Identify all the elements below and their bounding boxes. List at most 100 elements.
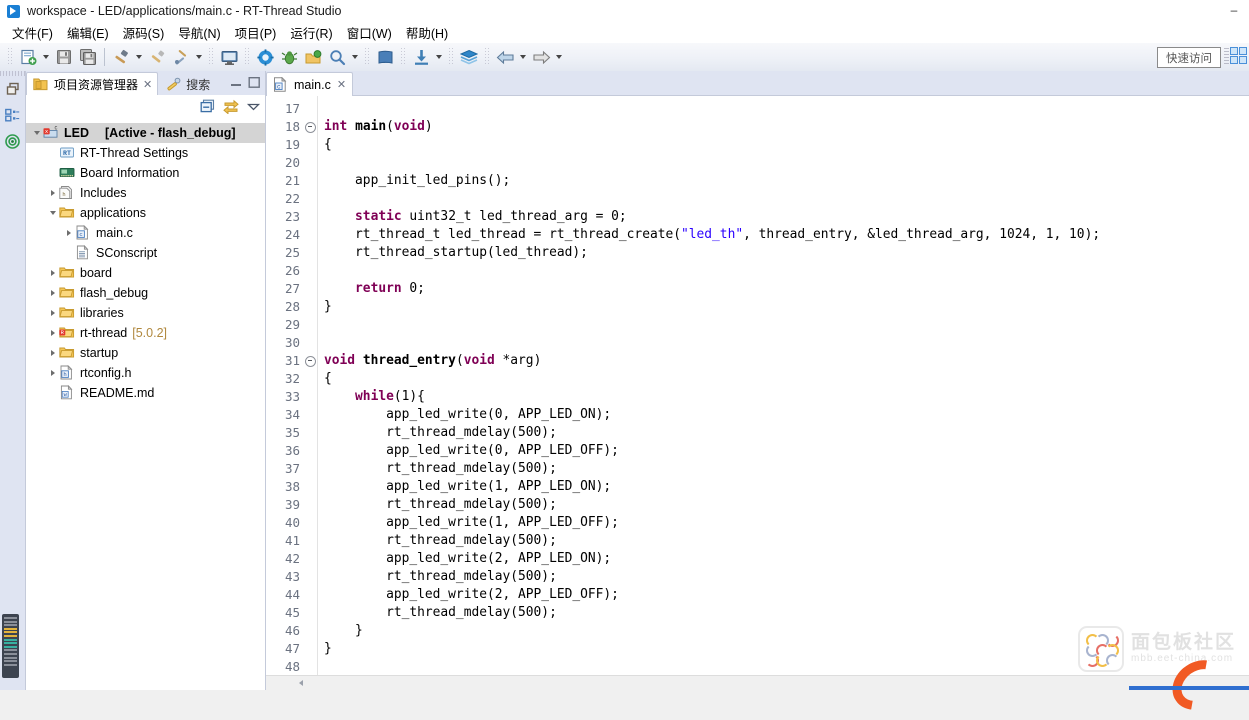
tree-item-label: RT-Thread Settings [80, 146, 189, 160]
scroll-left-icon[interactable] [296, 678, 306, 688]
code-token: *arg) [494, 353, 542, 368]
build-settings-dropdown-arrow[interactable] [193, 46, 204, 68]
run-package-icon[interactable] [302, 46, 324, 68]
expand-arrow-icon[interactable] [46, 263, 59, 283]
expand-arrow-icon[interactable] [46, 343, 59, 363]
tree-item-main-c[interactable]: c main.c [26, 223, 265, 243]
toolbar-grip-6[interactable] [448, 48, 454, 66]
download-dropdown-arrow[interactable] [433, 46, 444, 68]
close-icon[interactable]: ✕ [337, 78, 346, 91]
clean-icon[interactable] [146, 46, 168, 68]
menu-navigate[interactable]: 导航(N) [171, 21, 227, 44]
tree-item-rtconfig-h[interactable]: h rtconfig.h [26, 363, 265, 383]
svg-text:c: c [79, 231, 82, 238]
expand-arrow-icon[interactable] [46, 203, 59, 223]
tree-item-sconscript[interactable]: SConscript [26, 243, 265, 263]
new-project-dropdown-arrow[interactable] [40, 46, 51, 68]
new-project-icon[interactable] [17, 46, 39, 68]
maximize-view-icon[interactable] [246, 74, 263, 91]
tree-item-libraries[interactable]: libraries [26, 303, 265, 323]
tree-item-includes[interactable]: h Includes [26, 183, 265, 203]
search-dropdown-arrow[interactable] [349, 46, 360, 68]
minimize-view-icon[interactable] [228, 74, 245, 91]
search-icon[interactable] [326, 46, 348, 68]
tree-item-board-information[interactable]: Board Information [26, 163, 265, 183]
back-dropdown-arrow[interactable] [517, 46, 528, 68]
fold-empty [304, 262, 317, 280]
target-view-icon[interactable] [0, 128, 25, 154]
project-explorer-icon [33, 77, 50, 93]
settings-gear-icon[interactable] [254, 46, 276, 68]
outline-view-icon[interactable] [0, 102, 25, 128]
expand-arrow-icon[interactable] [46, 303, 59, 323]
save-all-icon[interactable] [77, 46, 99, 68]
toolbar-grip-4[interactable] [364, 48, 370, 66]
build-hammer-icon[interactable] [110, 46, 132, 68]
view-menu-icon[interactable] [245, 98, 262, 115]
build-dropdown-arrow[interactable] [133, 46, 144, 68]
tree-item-flash-debug[interactable]: flash_debug [26, 283, 265, 303]
expand-arrow-icon[interactable] [46, 363, 59, 383]
download-icon[interactable] [410, 46, 432, 68]
close-icon[interactable]: ✕ [143, 78, 152, 91]
link-with-editor-icon[interactable] [222, 98, 239, 115]
perspective-switch-icon[interactable] [1230, 47, 1247, 64]
fold-collapse-icon[interactable] [304, 118, 317, 136]
toolbar-grip[interactable] [7, 48, 13, 66]
menu-file[interactable]: 文件(F) [5, 21, 60, 44]
forward-dropdown-arrow[interactable] [553, 46, 564, 68]
tab-main-c[interactable]: c main.c ✕ [266, 72, 354, 96]
toolbar-grip-5[interactable] [400, 48, 406, 66]
folder-open-icon [59, 205, 76, 221]
code-viewport[interactable]: 17 18 19 20 21 22 23 24 25 26 27 28 29 30 31 32 33 34 35 36… [266, 96, 1249, 675]
expand-arrow-icon[interactable] [46, 323, 59, 343]
collapse-all-icon[interactable] [199, 98, 216, 115]
expand-arrow-icon[interactable] [30, 123, 43, 143]
menu-help[interactable]: 帮助(H) [399, 21, 455, 44]
folding-margin[interactable] [304, 96, 318, 675]
restore-view-icon[interactable] [0, 76, 25, 102]
tree-item-rt-thread-settings[interactable]: RT RT-Thread Settings [26, 143, 265, 163]
console-minimized-icon[interactable] [2, 614, 19, 678]
quick-access-input[interactable]: 快速访问 [1157, 47, 1221, 68]
tree-item-readme-md[interactable]: w README.md [26, 383, 265, 403]
tab-search[interactable]: 搜索 [158, 72, 216, 96]
minimize-button[interactable]: – [1221, 0, 1247, 20]
fold-empty [304, 370, 317, 388]
tree-item-led[interactable]: x C LED [Active - flash_debug] [26, 123, 265, 143]
tree-item-board[interactable]: board [26, 263, 265, 283]
debug-bug-icon[interactable] [278, 46, 300, 68]
terminal-icon[interactable] [218, 46, 240, 68]
fold-collapse-icon[interactable] [304, 352, 317, 370]
toolbar-grip-3[interactable] [244, 48, 250, 66]
menu-source[interactable]: 源码(S) [116, 21, 172, 44]
code-token: ) [424, 119, 433, 134]
line-number: 27 [284, 281, 300, 296]
menu-project[interactable]: 项目(P) [228, 21, 284, 44]
forward-arrow-icon[interactable] [530, 46, 552, 68]
toolbar-grip-7[interactable] [484, 48, 490, 66]
tab-project-explorer[interactable]: 项目资源管理器 ✕ [26, 72, 159, 96]
horizontal-scrollbar[interactable] [266, 675, 1249, 690]
rt-folder-icon: R [59, 325, 76, 341]
build-settings-icon[interactable] [170, 46, 192, 68]
toolbar-grip-2[interactable] [208, 48, 214, 66]
layers-icon[interactable] [458, 46, 480, 68]
save-icon[interactable] [53, 46, 75, 68]
menu-window[interactable]: 窗口(W) [340, 21, 399, 44]
expand-arrow-icon[interactable] [46, 283, 59, 303]
line-number: 48 [284, 659, 300, 674]
svg-text:c: c [277, 83, 281, 90]
source-code[interactable]: int main(void){ app_init_led_pins(); sta… [318, 96, 1249, 675]
tree-item-startup[interactable]: startup [26, 343, 265, 363]
tree-item-rt-thread[interactable]: Rrt-thread [5.0.2] [26, 323, 265, 343]
book-icon[interactable] [374, 46, 396, 68]
expand-arrow-icon[interactable] [46, 183, 59, 203]
tree-item-applications[interactable]: applications [26, 203, 265, 223]
menu-edit[interactable]: 编辑(E) [60, 21, 116, 44]
back-arrow-icon[interactable] [494, 46, 516, 68]
code-token: void [463, 353, 495, 368]
expand-arrow-icon[interactable] [62, 223, 75, 243]
menu-run[interactable]: 运行(R) [283, 21, 339, 44]
